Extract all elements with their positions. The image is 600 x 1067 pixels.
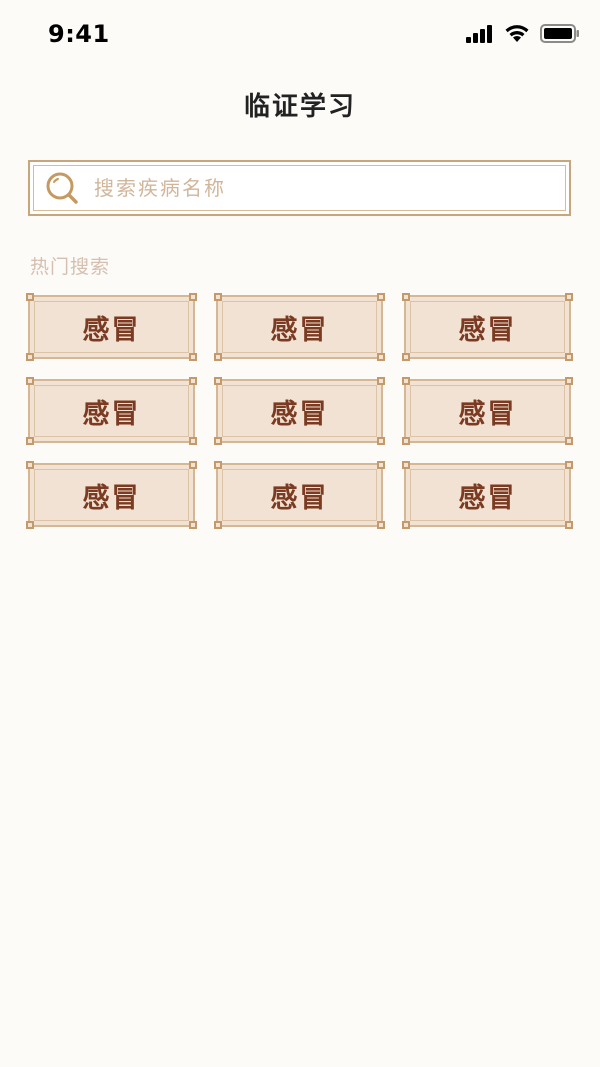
cellular-signal-icon — [466, 24, 494, 47]
corner-ornament — [565, 461, 573, 469]
tag-label: 感冒 — [82, 482, 141, 514]
corner-ornament — [565, 353, 573, 361]
corner-ornament — [565, 293, 573, 301]
corner-ornament — [214, 377, 222, 385]
wifi-icon — [504, 24, 530, 47]
hot-search-tag[interactable]: 感冒 — [214, 461, 385, 529]
corner-ornament — [26, 437, 34, 445]
hot-search-grid: 感冒 感冒 感冒 感冒 感冒 感冒 感冒 感冒 感冒 — [26, 293, 573, 529]
corner-ornament — [402, 461, 410, 469]
corner-ornament — [189, 377, 197, 385]
search-inner — [33, 165, 566, 211]
corner-ornament — [26, 293, 34, 301]
tag-label: 感冒 — [82, 398, 141, 430]
page-title: 临证学习 — [243, 92, 356, 122]
corner-ornament — [214, 461, 222, 469]
hot-search-tag[interactable]: 感冒 — [214, 377, 385, 445]
search-icon — [44, 170, 80, 206]
tag-label: 感冒 — [458, 482, 517, 514]
corner-ornament — [377, 461, 385, 469]
corner-ornament — [565, 377, 573, 385]
tag-label: 感冒 — [458, 398, 517, 430]
hot-search-tag[interactable]: 感冒 — [402, 293, 573, 361]
search-input[interactable] — [92, 175, 516, 201]
corner-ornament — [189, 293, 197, 301]
hot-search-tag[interactable]: 感冒 — [26, 377, 197, 445]
corner-ornament — [26, 461, 34, 469]
tag-label: 感冒 — [270, 398, 329, 430]
corner-ornament — [377, 377, 385, 385]
hot-search-tag[interactable]: 感冒 — [26, 293, 197, 361]
status-time: 9:41 — [48, 20, 110, 48]
hot-search-tag[interactable]: 感冒 — [26, 461, 197, 529]
tag-label: 感冒 — [270, 314, 329, 346]
battery-icon — [540, 24, 580, 47]
corner-ornament — [402, 293, 410, 301]
corner-ornament — [189, 461, 197, 469]
corner-ornament — [377, 437, 385, 445]
tag-label: 感冒 — [82, 314, 141, 346]
corner-ornament — [26, 377, 34, 385]
hot-search-tag[interactable]: 感冒 — [214, 293, 385, 361]
corner-ornament — [377, 353, 385, 361]
corner-ornament — [565, 437, 573, 445]
corner-ornament — [189, 437, 197, 445]
corner-ornament — [565, 521, 573, 529]
corner-ornament — [189, 353, 197, 361]
hot-search-label: 热门搜索 — [30, 256, 111, 278]
tag-label: 感冒 — [270, 482, 329, 514]
corner-ornament — [402, 353, 410, 361]
corner-ornament — [189, 521, 197, 529]
corner-ornament — [377, 521, 385, 529]
corner-ornament — [214, 437, 222, 445]
status-bar: 9:41 — [0, 0, 600, 70]
tag-label: 感冒 — [458, 314, 517, 346]
corner-ornament — [402, 437, 410, 445]
search-box[interactable] — [28, 160, 571, 216]
corner-ornament — [26, 521, 34, 529]
corner-ornament — [214, 353, 222, 361]
status-icons — [466, 24, 580, 47]
corner-ornament — [402, 377, 410, 385]
corner-ornament — [214, 521, 222, 529]
corner-ornament — [214, 293, 222, 301]
hot-search-tag[interactable]: 感冒 — [402, 377, 573, 445]
corner-ornament — [377, 293, 385, 301]
corner-ornament — [26, 353, 34, 361]
corner-ornament — [402, 521, 410, 529]
hot-search-tag[interactable]: 感冒 — [402, 461, 573, 529]
